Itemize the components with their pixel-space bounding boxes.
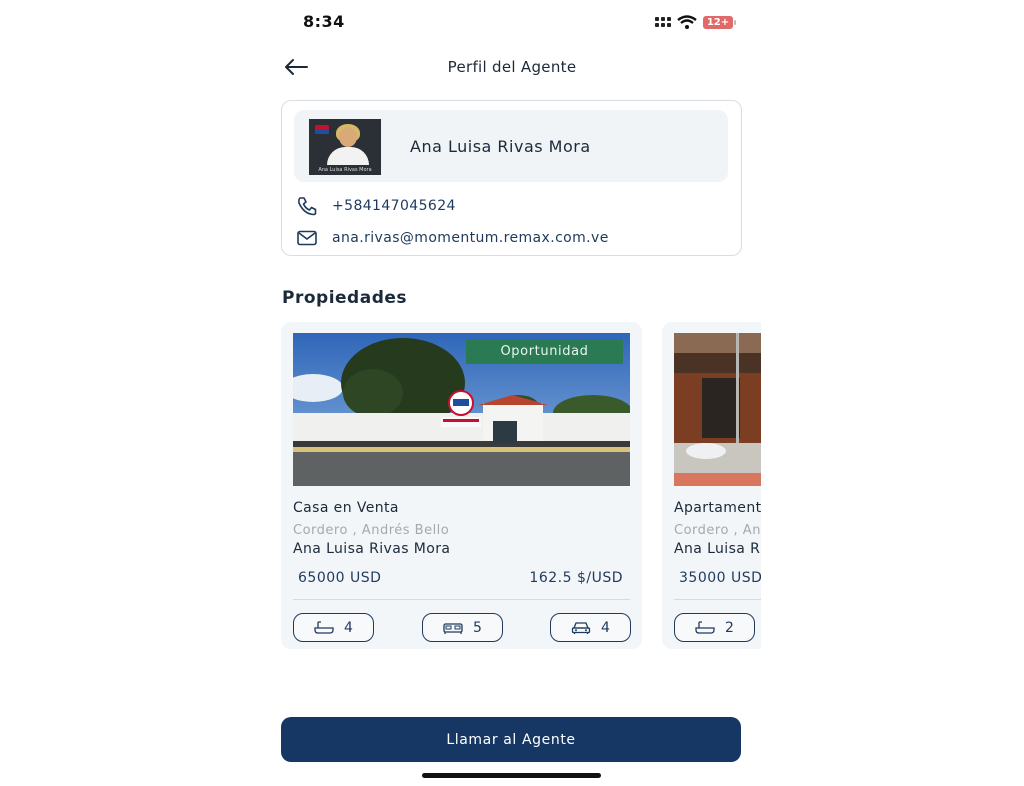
- property-card[interactable]: Oportunidad Casa en Venta Cordero , Andr…: [281, 322, 642, 649]
- property-location: Cordero , Andrés Bello: [674, 523, 761, 538]
- property-location: Cordero , Andrés Bello: [293, 523, 450, 538]
- opportunity-badge: Oportunidad: [466, 339, 623, 364]
- divider: [293, 599, 630, 600]
- phone-row[interactable]: +584147045624: [296, 196, 456, 216]
- parking-chip: 4: [550, 613, 631, 642]
- agent-name: Ana Luisa Rivas Mora: [410, 137, 591, 156]
- car-icon: [571, 621, 591, 634]
- page-title: Perfil del Agente: [447, 58, 577, 76]
- back-button[interactable]: [282, 56, 310, 78]
- property-price-per-m2: 162.5 $/USD: [529, 570, 623, 586]
- property-card[interactable]: Apartamento Cordero , Andrés Bello Ana L…: [662, 322, 761, 649]
- property-photo: [674, 333, 761, 486]
- property-price: 65000 USD: [298, 570, 382, 586]
- status-icons: 12+: [655, 14, 736, 30]
- arrow-left-icon: [285, 59, 308, 75]
- bathrooms-chip: 2: [674, 613, 755, 642]
- mail-icon: [297, 230, 317, 246]
- agent-card: Ana Luisa Rivas Mora Ana Luisa Rivas Mor…: [281, 100, 742, 256]
- bathtub-icon: [314, 620, 334, 634]
- property-agent: Ana Luisa Rivas Mora: [674, 541, 761, 557]
- signal-icon: [655, 17, 671, 27]
- home-indicator: [422, 773, 601, 778]
- bedrooms-chip: 5: [422, 613, 503, 642]
- properties-carousel[interactable]: Oportunidad Casa en Venta Cordero , Andr…: [281, 322, 761, 652]
- call-agent-button[interactable]: Llamar al Agente: [281, 717, 741, 762]
- wifi-icon: [677, 15, 697, 29]
- agent-email[interactable]: ana.rivas@momentum.remax.com.ve: [332, 230, 609, 246]
- property-price: 35000 USD: [679, 570, 761, 586]
- bed-icon: [443, 622, 463, 634]
- divider: [674, 599, 761, 600]
- property-photo: Oportunidad: [293, 333, 630, 486]
- status-time: 8:34: [303, 12, 345, 31]
- agent-phone[interactable]: +584147045624: [332, 198, 456, 214]
- properties-section-title: Propiedades: [282, 288, 408, 308]
- bathrooms-chip: 4: [293, 613, 374, 642]
- property-title: Apartamento: [674, 500, 761, 516]
- battery-icon: 12+: [703, 15, 736, 29]
- email-row[interactable]: ana.rivas@momentum.remax.com.ve: [296, 228, 609, 248]
- phone-icon: [298, 197, 317, 216]
- agent-photo: Ana Luisa Rivas Mora: [309, 119, 381, 175]
- property-title: Casa en Venta: [293, 500, 399, 516]
- bathtub-icon: [695, 620, 715, 634]
- property-agent: Ana Luisa Rivas Mora: [293, 541, 451, 557]
- agent-summary: Ana Luisa Rivas Mora Ana Luisa Rivas Mor…: [294, 110, 728, 182]
